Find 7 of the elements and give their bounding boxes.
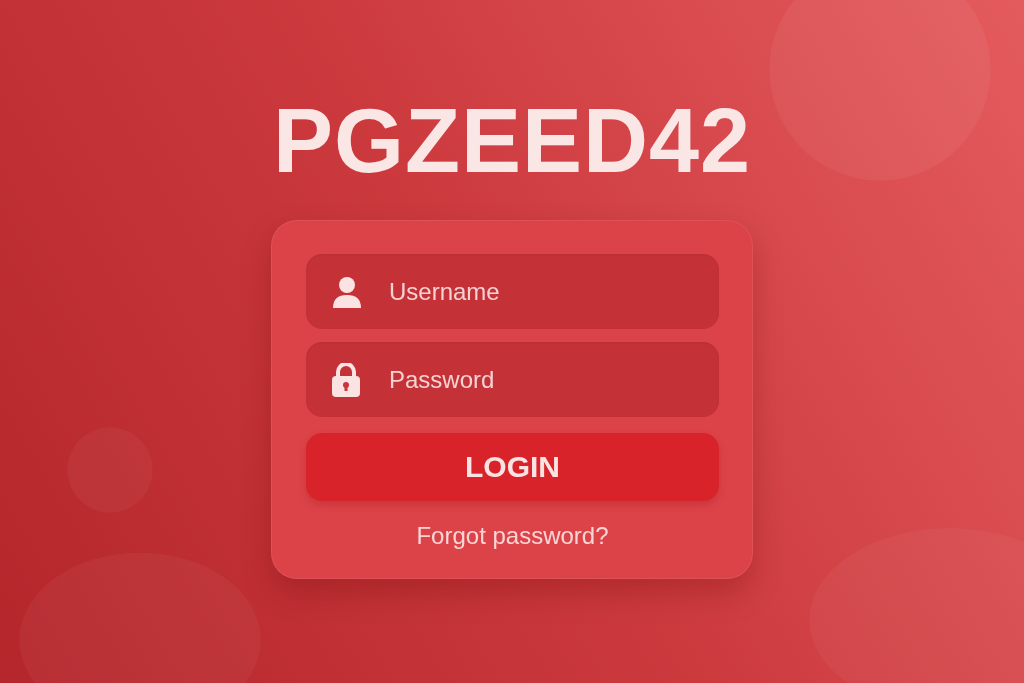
login-button[interactable]: LOGIN (306, 433, 719, 501)
user-icon (332, 275, 362, 308)
username-field[interactable]: Username (306, 254, 719, 329)
app-title: PGZEED42 (272, 96, 752, 186)
lock-icon (332, 362, 360, 397)
forgot-password-link[interactable]: Forgot password? (416, 522, 609, 550)
password-field[interactable]: Password (306, 342, 719, 417)
